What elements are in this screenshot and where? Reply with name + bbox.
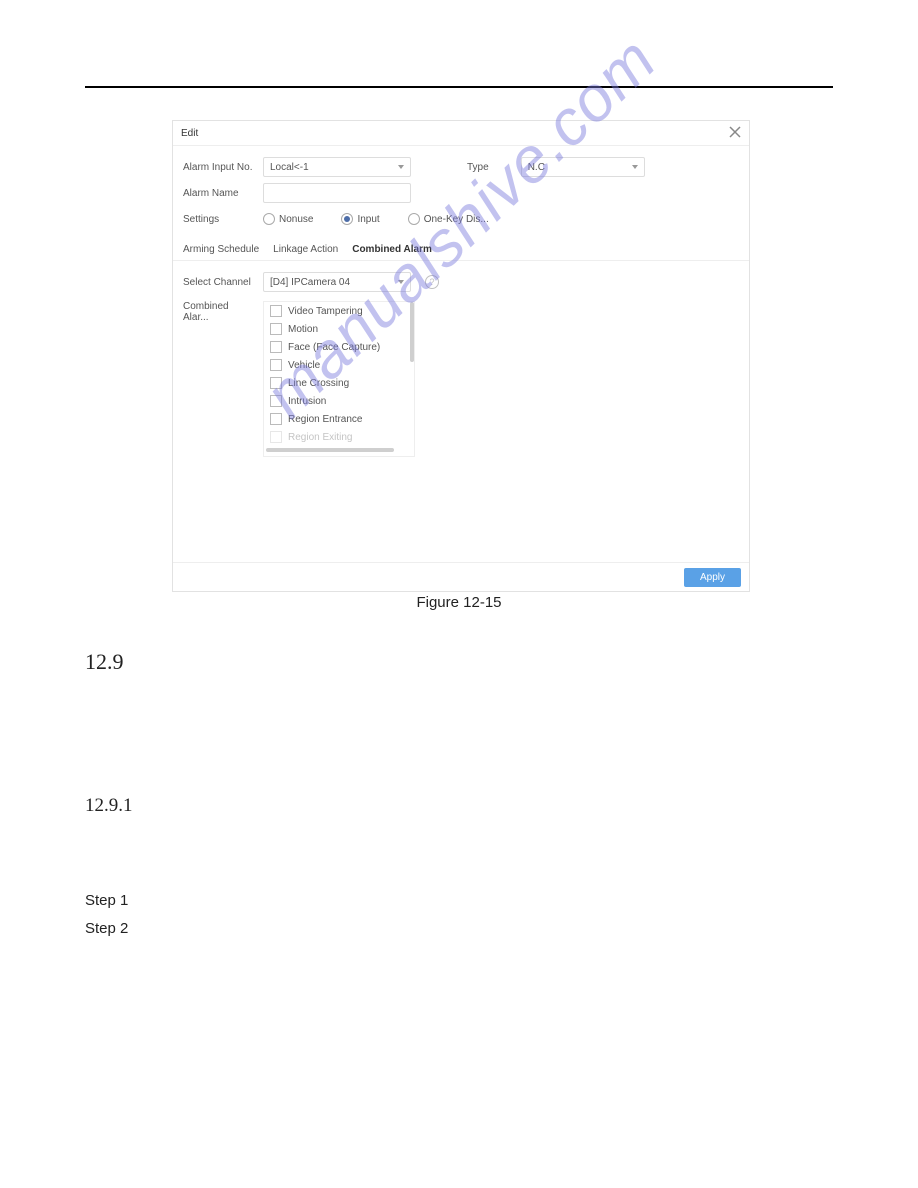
edit-dialog: Edit Alarm Input No. Local<-1 Type N.C	[172, 120, 750, 592]
radio-icon	[341, 213, 353, 225]
checkbox-icon[interactable]	[270, 359, 282, 371]
tabs: Arming Schedule Linkage Action Combined …	[173, 232, 749, 261]
settings-nonuse-label: Nonuse	[279, 214, 313, 225]
list-item: Region Entrance	[264, 410, 414, 428]
list-item-label: Region Exiting	[288, 432, 352, 443]
scrollbar-horizontal[interactable]	[266, 448, 394, 452]
step-2: Step 2	[85, 915, 833, 943]
type-value: N.C	[528, 162, 545, 173]
list-item: Motion	[264, 320, 414, 338]
radio-icon	[263, 213, 275, 225]
apply-button[interactable]: Apply	[684, 568, 741, 587]
alarm-input-no-select[interactable]: Local<-1	[263, 157, 411, 177]
section-number: 12.9	[85, 649, 833, 675]
list-item-label: Face (Face Capture)	[288, 342, 380, 353]
settings-input-radio[interactable]: Input	[341, 213, 379, 225]
figure-caption: Figure 12-15	[85, 594, 833, 611]
list-item: Intrusion	[264, 392, 414, 410]
settings-onekey-label: One-Key Dis...	[424, 214, 489, 225]
list-item: Line Crossing	[264, 374, 414, 392]
tab-arming-schedule[interactable]: Arming Schedule	[183, 244, 259, 255]
tab-body-combined: Select Channel [D4] IPCamera 04 ? Combin…	[173, 261, 749, 465]
radio-icon	[408, 213, 420, 225]
chevron-down-icon	[398, 165, 404, 169]
page-top-rule	[85, 86, 833, 88]
select-channel-label: Select Channel	[183, 277, 255, 288]
checkbox-icon[interactable]	[270, 341, 282, 353]
apply-button-label: Apply	[700, 572, 725, 583]
checkbox-icon[interactable]	[270, 377, 282, 389]
step-1: Step 1	[85, 887, 833, 915]
checkbox-icon[interactable]	[270, 431, 282, 443]
list-item: Video Tampering	[264, 302, 414, 320]
list-item-label: Region Entrance	[288, 414, 363, 425]
settings-onekey-radio[interactable]: One-Key Dis...	[408, 213, 489, 225]
scrollbar[interactable]	[410, 302, 414, 362]
checkbox-icon[interactable]	[270, 395, 282, 407]
alarm-input-no-value: Local<-1	[270, 162, 309, 173]
chevron-down-icon	[632, 165, 638, 169]
combined-alarm-list[interactable]: Video Tampering Motion Face (Face Captur…	[263, 301, 415, 457]
list-item: Face (Face Capture)	[264, 338, 414, 356]
checkbox-icon[interactable]	[270, 323, 282, 335]
chevron-down-icon	[398, 280, 404, 284]
subsection-number: 12.9.1	[85, 795, 833, 817]
list-item-label: Intrusion	[288, 396, 326, 407]
list-item: Vehicle	[264, 356, 414, 374]
alarm-input-no-label: Alarm Input No.	[183, 162, 255, 173]
form-area: Alarm Input No. Local<-1 Type N.C Alarm …	[173, 146, 749, 232]
list-item-label: Vehicle	[288, 360, 320, 371]
checkbox-icon[interactable]	[270, 305, 282, 317]
alarm-name-label: Alarm Name	[183, 188, 255, 199]
tab-combined-alarm[interactable]: Combined Alarm	[352, 244, 432, 255]
help-icon[interactable]: ?	[425, 275, 439, 289]
document-body: Figure 12-15 12.9 12.9.1 Step 1 Step 2	[85, 594, 833, 943]
list-item: Region Exiting	[264, 428, 414, 446]
settings-nonuse-radio[interactable]: Nonuse	[263, 213, 313, 225]
dialog-header: Edit	[173, 121, 749, 146]
dialog-title: Edit	[181, 128, 198, 139]
list-item-label: Video Tampering	[288, 306, 363, 317]
close-icon[interactable]	[729, 126, 741, 141]
dialog-footer: Apply	[173, 562, 749, 591]
steps: Step 1 Step 2	[85, 887, 833, 943]
list-item-label: Line Crossing	[288, 378, 349, 389]
settings-input-label: Input	[357, 214, 379, 225]
checkbox-icon[interactable]	[270, 413, 282, 425]
type-select[interactable]: N.C	[521, 157, 645, 177]
help-icon-text: ?	[429, 277, 434, 287]
list-item-label: Motion	[288, 324, 318, 335]
settings-label: Settings	[183, 214, 255, 225]
tab-linkage-action[interactable]: Linkage Action	[273, 244, 338, 255]
select-channel-select[interactable]: [D4] IPCamera 04	[263, 272, 411, 292]
select-channel-value: [D4] IPCamera 04	[270, 277, 350, 288]
alarm-name-input[interactable]	[263, 183, 411, 203]
combined-alarm-label: Combined Alar...	[183, 301, 255, 457]
type-label: Type	[467, 162, 489, 173]
